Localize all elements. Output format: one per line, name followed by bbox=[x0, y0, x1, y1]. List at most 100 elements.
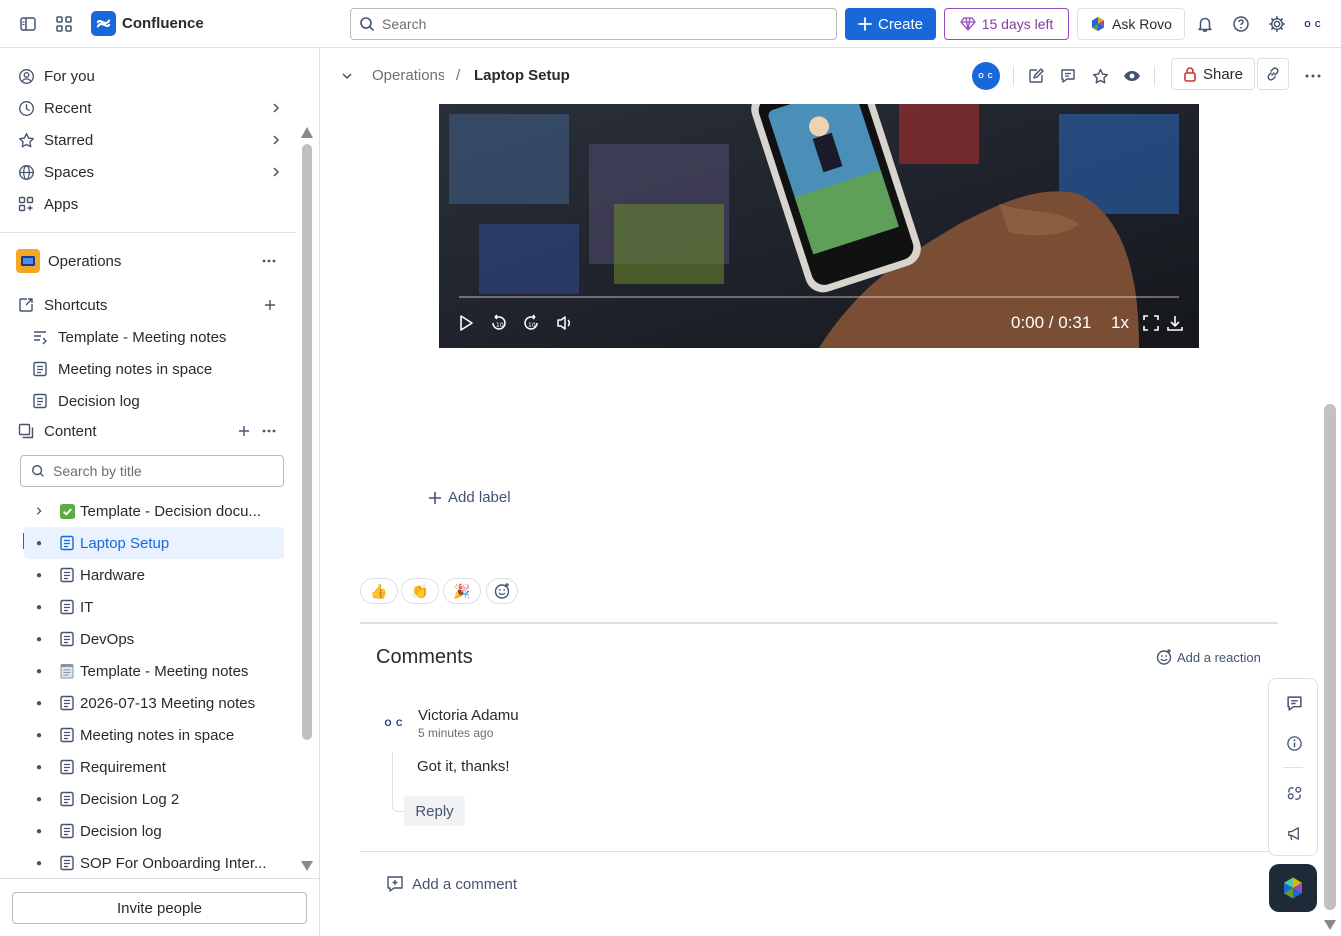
tree-item[interactable]: ● Decision log bbox=[24, 815, 284, 847]
add-reaction-button[interactable] bbox=[486, 578, 518, 604]
create-button[interactable]: Create bbox=[845, 8, 936, 40]
breadcrumb-space[interactable]: Operations bbox=[372, 67, 444, 84]
tree-item[interactable]: ● Requirement bbox=[24, 751, 284, 783]
bullet-icon: ● bbox=[35, 761, 43, 773]
chevron-right-icon[interactable] bbox=[270, 134, 282, 146]
shortcuts-header[interactable]: Shortcuts bbox=[16, 291, 286, 319]
tree-item[interactable]: Template - Decision docu... bbox=[24, 495, 284, 527]
video-progress-bar[interactable] bbox=[459, 296, 1179, 298]
trial-button[interactable]: 15 days left bbox=[944, 8, 1069, 40]
breadcrumb-separator: / bbox=[456, 67, 461, 84]
comment-icon[interactable] bbox=[1055, 63, 1081, 89]
reply-button[interactable]: Reply bbox=[404, 796, 465, 826]
scroll-down-arrow-icon[interactable] bbox=[300, 860, 314, 872]
add-label-button[interactable]: Add label bbox=[428, 489, 511, 506]
rovo-chat-button[interactable] bbox=[1269, 864, 1317, 912]
bullet-icon: ● bbox=[35, 601, 43, 613]
app-switcher-icon[interactable] bbox=[48, 8, 80, 40]
copy-link-icon[interactable] bbox=[1257, 58, 1289, 90]
announcement-megaphone-icon[interactable] bbox=[1282, 821, 1306, 845]
info-icon[interactable] bbox=[1282, 731, 1306, 755]
add-shortcut-icon[interactable] bbox=[264, 299, 276, 311]
play-icon[interactable] bbox=[457, 314, 475, 332]
help-icon[interactable] bbox=[1225, 8, 1257, 40]
tree-item[interactable]: ● 2026-07-13 Meeting notes bbox=[24, 687, 284, 719]
sidebar: For you Recent Starred Spaces Apps Opera… bbox=[0, 48, 320, 936]
loop-icon[interactable] bbox=[1282, 781, 1306, 805]
add-comment-button[interactable]: Add a comment bbox=[386, 875, 517, 893]
page-icon bbox=[54, 823, 80, 839]
collapse-chevron-icon[interactable] bbox=[334, 63, 360, 89]
reaction-party[interactable]: 🎉 bbox=[443, 578, 481, 604]
sidebar-item-recent[interactable]: Recent bbox=[16, 94, 286, 122]
content-header[interactable]: Content bbox=[16, 417, 286, 445]
settings-gear-icon[interactable] bbox=[1261, 8, 1293, 40]
main-scrollbar[interactable] bbox=[1321, 48, 1341, 936]
forward-10-icon[interactable]: 10 bbox=[521, 313, 541, 333]
reply-label: Reply bbox=[415, 802, 454, 820]
rewind-10-icon[interactable]: 10 bbox=[489, 313, 509, 333]
watch-eye-icon[interactable] bbox=[1119, 63, 1145, 89]
chevron-right-icon[interactable] bbox=[270, 166, 282, 178]
tree-item[interactable]: ● Template - Meeting notes bbox=[24, 655, 284, 687]
star-icon[interactable] bbox=[1087, 63, 1113, 89]
space-header[interactable]: Operations bbox=[16, 247, 286, 275]
collaborator-avatar[interactable]: O C bbox=[972, 62, 1000, 90]
add-reaction-link[interactable]: Add a reaction bbox=[1155, 648, 1261, 666]
volume-icon[interactable] bbox=[555, 313, 575, 333]
sidebar-toggle-icon[interactable] bbox=[12, 8, 44, 40]
chevron-right-icon[interactable] bbox=[270, 102, 282, 114]
tree-item-selected[interactable]: ● Laptop Setup bbox=[24, 527, 284, 559]
sidebar-item-label: Recent bbox=[44, 99, 92, 117]
more-actions-icon[interactable] bbox=[1300, 63, 1326, 89]
sidebar-item-for-you[interactable]: For you bbox=[16, 62, 286, 90]
comment-author[interactable]: Victoria Adamu bbox=[418, 707, 519, 724]
tree-item[interactable]: ● Meeting notes in space bbox=[24, 719, 284, 751]
sidebar-item-starred[interactable]: Starred bbox=[16, 126, 286, 154]
invite-people-button[interactable]: Invite people bbox=[12, 892, 307, 924]
video-player[interactable]: 10 10 0:00 / 0:31 1x bbox=[439, 104, 1199, 348]
reaction-clap[interactable]: 👏 bbox=[401, 578, 439, 604]
tree-item[interactable]: ● DevOps bbox=[24, 623, 284, 655]
sidebar-divider bbox=[0, 232, 296, 233]
search-input[interactable]: Search bbox=[350, 8, 837, 40]
fullscreen-icon[interactable] bbox=[1142, 314, 1160, 332]
breadcrumb-page-title[interactable]: Laptop Setup bbox=[474, 67, 570, 84]
reaction-thumbs-up[interactable]: 👍 bbox=[360, 578, 398, 604]
comments-panel-icon[interactable] bbox=[1282, 691, 1306, 715]
reaction-emoji: 👏 bbox=[411, 582, 429, 599]
shortcut-item[interactable]: Meeting notes in space bbox=[32, 355, 212, 383]
rovo-label: Ask Rovo bbox=[1112, 16, 1172, 32]
confluence-logo[interactable]: Confluence bbox=[91, 11, 204, 36]
template-page-icon bbox=[32, 329, 48, 345]
more-options-icon[interactable] bbox=[262, 429, 276, 433]
tree-item-label: Hardware bbox=[80, 566, 146, 584]
playback-speed[interactable]: 1x bbox=[1111, 313, 1129, 333]
sidebar-item-spaces[interactable]: Spaces bbox=[16, 158, 286, 186]
sidebar-item-apps[interactable]: Apps bbox=[16, 190, 286, 218]
apps-icon bbox=[16, 196, 36, 212]
notifications-bell-icon[interactable] bbox=[1189, 8, 1221, 40]
shortcut-item[interactable]: Decision log bbox=[32, 387, 140, 415]
more-options-icon[interactable] bbox=[262, 259, 276, 263]
share-button[interactable]: Share bbox=[1171, 58, 1255, 90]
create-label: Create bbox=[877, 15, 924, 33]
add-content-icon[interactable] bbox=[238, 425, 250, 437]
sidebar-scrollbar[interactable] bbox=[300, 120, 314, 742]
tree-item-label: Decision log bbox=[80, 822, 162, 840]
tree-item[interactable]: ● Decision Log 2 bbox=[24, 783, 284, 815]
ask-rovo-button[interactable]: Ask Rovo bbox=[1077, 8, 1185, 40]
expand-chevron-icon[interactable] bbox=[24, 506, 54, 516]
tree-item[interactable]: ● SOP For Onboarding Inter... bbox=[24, 847, 284, 879]
shortcut-item[interactable]: Template - Meeting notes bbox=[32, 323, 226, 351]
tree-item-label: Laptop Setup bbox=[80, 534, 170, 552]
comment-author-avatar[interactable]: O C bbox=[378, 707, 410, 739]
page-icon bbox=[54, 695, 80, 711]
tree-item-label: IT bbox=[80, 598, 94, 616]
search-by-title-input[interactable]: Search by title bbox=[20, 455, 284, 487]
tree-item[interactable]: ● Hardware bbox=[24, 559, 284, 591]
download-icon[interactable] bbox=[1166, 314, 1184, 332]
profile-avatar[interactable]: O C bbox=[1297, 8, 1329, 40]
edit-pencil-icon[interactable] bbox=[1023, 63, 1049, 89]
tree-item[interactable]: ● IT bbox=[24, 591, 284, 623]
